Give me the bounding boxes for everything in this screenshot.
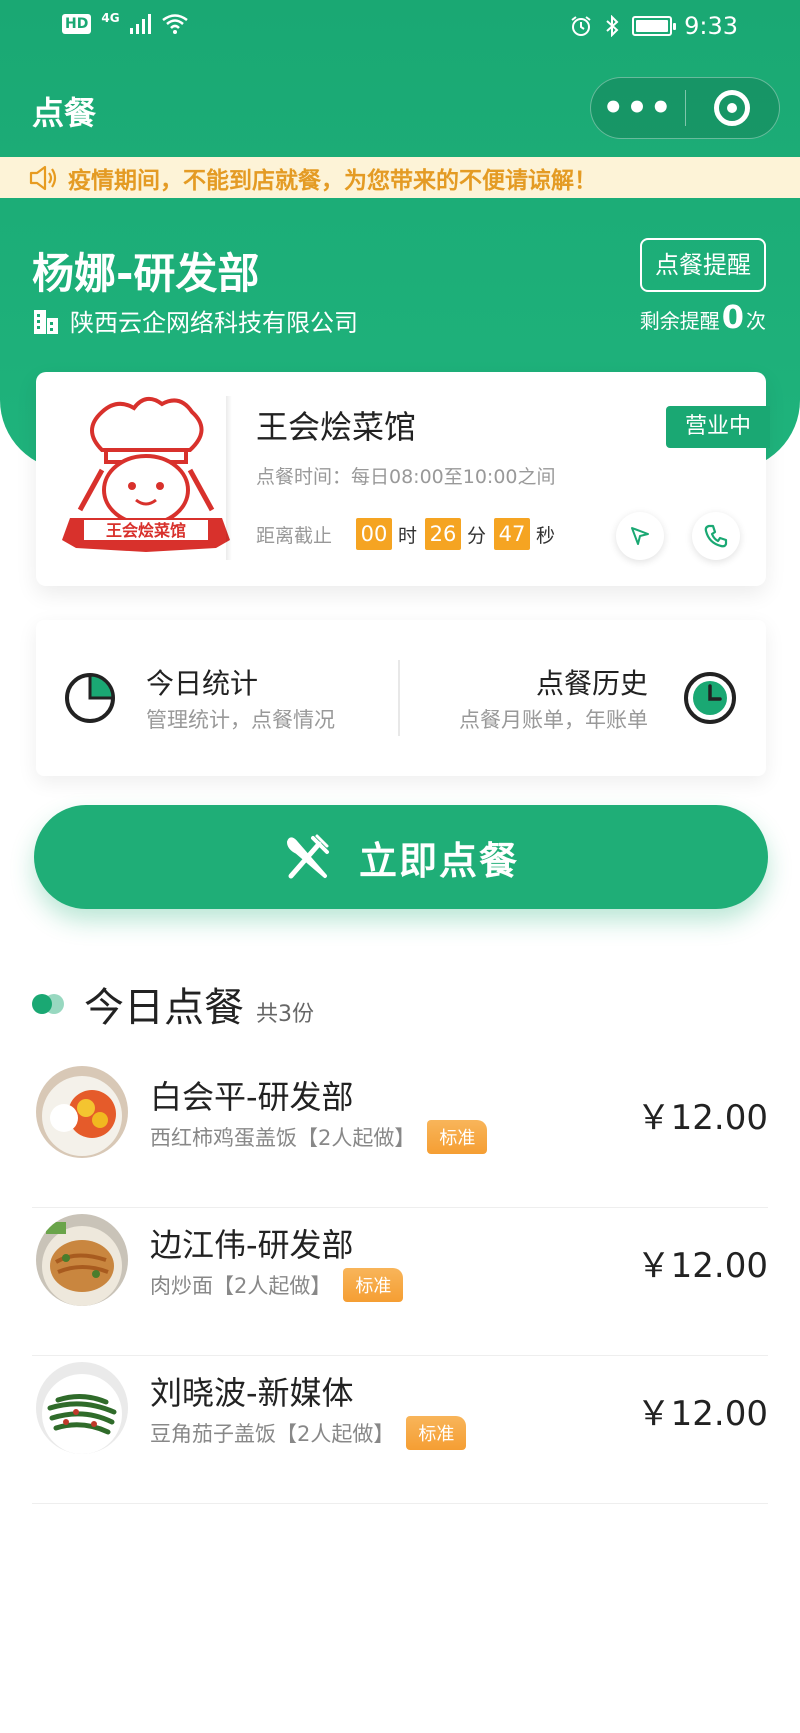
store-logo: 王会烩菜馆: [62, 390, 230, 566]
company-name: 陕西云企网络科技有限公司: [70, 309, 358, 337]
list-item[interactable]: 白会平-研发部 西红柿鸡蛋盖饭【2人起做】 标准 ￥12.00: [32, 1060, 768, 1208]
order-tag: 标准: [343, 1268, 404, 1302]
dish-thumbnail: [36, 1066, 128, 1158]
navigate-button[interactable]: [616, 512, 664, 560]
store-card[interactable]: 王会烩菜馆 王会烩菜馆 营业中 点餐时间：每日08:00至10:00之间 距离截…: [36, 372, 770, 586]
speaker-icon: [28, 165, 58, 191]
stats-card: 今日统计 管理统计，点餐情况 点餐历史 点餐月账单，年账单: [36, 620, 766, 776]
dish-thumbnail: [36, 1214, 128, 1306]
fork-knife-icon: [286, 834, 329, 879]
building-icon: [34, 309, 58, 334]
stats-divider: [398, 660, 400, 736]
today-orders-list: 白会平-研发部 西红柿鸡蛋盖饭【2人起做】 标准 ￥12.00 边江伟-研发部 …: [32, 1060, 768, 1504]
status-right: 9:33: [570, 12, 738, 40]
call-button[interactable]: [692, 512, 740, 560]
order-price: ￥12.00: [636, 1098, 768, 1138]
today-stats-title[interactable]: 今日统计: [146, 662, 258, 702]
dish-thumbnail: [36, 1362, 128, 1454]
clock-time: 9:33: [684, 12, 738, 40]
remaining-reminders: 剩余提醒 0 次: [640, 298, 766, 336]
company-row: 陕西云企网络科技有限公司: [32, 303, 358, 338]
navigation-arrow-icon: [631, 527, 649, 545]
order-person: 刘晓波-新媒体: [150, 1374, 354, 1412]
store-card-divider: [226, 396, 232, 560]
countdown: 距离截止 00 时 26 分 47 秒: [256, 518, 563, 550]
remaining-reminders-unit: 次: [746, 309, 766, 333]
today-stats-entry-icon[interactable]: [64, 670, 118, 728]
order-now-label: 立即点餐: [358, 838, 519, 883]
notice-text: 疫情期间，不能到店就餐，为您带来的不便请谅解！: [68, 167, 597, 194]
order-history-subtitle: 点餐月账单，年账单: [459, 708, 648, 732]
remaining-reminders-count: 0: [721, 298, 744, 336]
order-dish-name: 肉炒面【2人起做】: [150, 1274, 332, 1298]
today-orders-header: 今日点餐 共3份: [32, 975, 314, 1033]
order-dish: 西红柿鸡蛋盖饭【2人起做】 标准: [150, 1120, 488, 1154]
battery-icon: [632, 16, 677, 36]
notice-bar: 疫情期间，不能到店就餐，为您带来的不便请谅解！: [0, 157, 800, 198]
pie-chart-icon: [65, 673, 115, 723]
order-person: 白会平-研发部: [150, 1078, 354, 1116]
phone-icon: [704, 524, 728, 548]
page-title: 点餐: [32, 94, 97, 132]
order-dish-name: 豆角茄子盖饭【2人起做】: [150, 1422, 395, 1446]
countdown-seconds-unit: 秒: [536, 524, 556, 547]
mini-program-capsule: •••: [590, 77, 780, 139]
order-history-title[interactable]: 点餐历史: [536, 662, 648, 702]
store-name: 王会烩菜馆: [256, 408, 417, 446]
today-orders-count: 共3份: [256, 1002, 314, 1027]
order-price: ￥12.00: [636, 1246, 768, 1286]
signal-icon: [129, 14, 151, 34]
store-logo-text: 王会烩菜馆: [106, 521, 186, 540]
countdown-minutes-unit: 分: [467, 524, 487, 547]
store-status-badge: 营业中: [666, 406, 770, 448]
countdown-seconds: 47: [494, 518, 531, 550]
list-item[interactable]: 刘晓波-新媒体 豆角茄子盖饭【2人起做】 标准 ￥12.00: [32, 1356, 768, 1504]
list-item[interactable]: 边江伟-研发部 肉炒面【2人起做】 标准 ￥12.00: [32, 1208, 768, 1356]
order-person: 边江伟-研发部: [150, 1226, 354, 1264]
bluetooth-icon: [606, 15, 619, 37]
wifi-icon: [161, 14, 188, 34]
today-orders-title: 今日点餐: [84, 985, 244, 1031]
section-dots-icon: [32, 994, 66, 1014]
clock-icon: [684, 672, 736, 724]
store-hours: 点餐时间：每日08:00至10:00之间: [256, 466, 556, 488]
more-dots-icon[interactable]: •••: [591, 77, 685, 139]
status-bar: HD 4G 9:33: [0, 0, 800, 60]
alarm-icon: [571, 16, 591, 36]
record-target-icon: [714, 90, 751, 126]
network-type: 4G: [101, 11, 120, 25]
close-target-button[interactable]: [686, 90, 779, 126]
remaining-reminders-label: 剩余提醒: [639, 309, 720, 333]
order-tag: 标准: [406, 1416, 467, 1450]
countdown-label: 距离截止: [256, 524, 333, 547]
order-tag: 标准: [427, 1120, 488, 1154]
order-reminder-button[interactable]: 点餐提醒: [640, 238, 766, 292]
countdown-minutes: 26: [425, 518, 462, 550]
order-dish: 豆角茄子盖饭【2人起做】 标准: [150, 1416, 467, 1450]
today-stats-subtitle: 管理统计，点餐情况: [146, 708, 335, 732]
order-dish-name: 西红柿鸡蛋盖饭【2人起做】: [150, 1126, 416, 1150]
status-left: HD 4G: [62, 11, 188, 34]
hd-badge: HD: [62, 14, 92, 34]
order-price: ￥12.00: [636, 1394, 768, 1434]
countdown-hours: 00: [356, 518, 393, 550]
order-history-entry-icon[interactable]: [682, 670, 738, 730]
user-name: 杨娜-研发部: [32, 249, 260, 298]
countdown-hours-unit: 时: [398, 524, 418, 547]
order-dish: 肉炒面【2人起做】 标准: [150, 1268, 404, 1302]
order-now-button[interactable]: 立即点餐: [34, 805, 768, 909]
